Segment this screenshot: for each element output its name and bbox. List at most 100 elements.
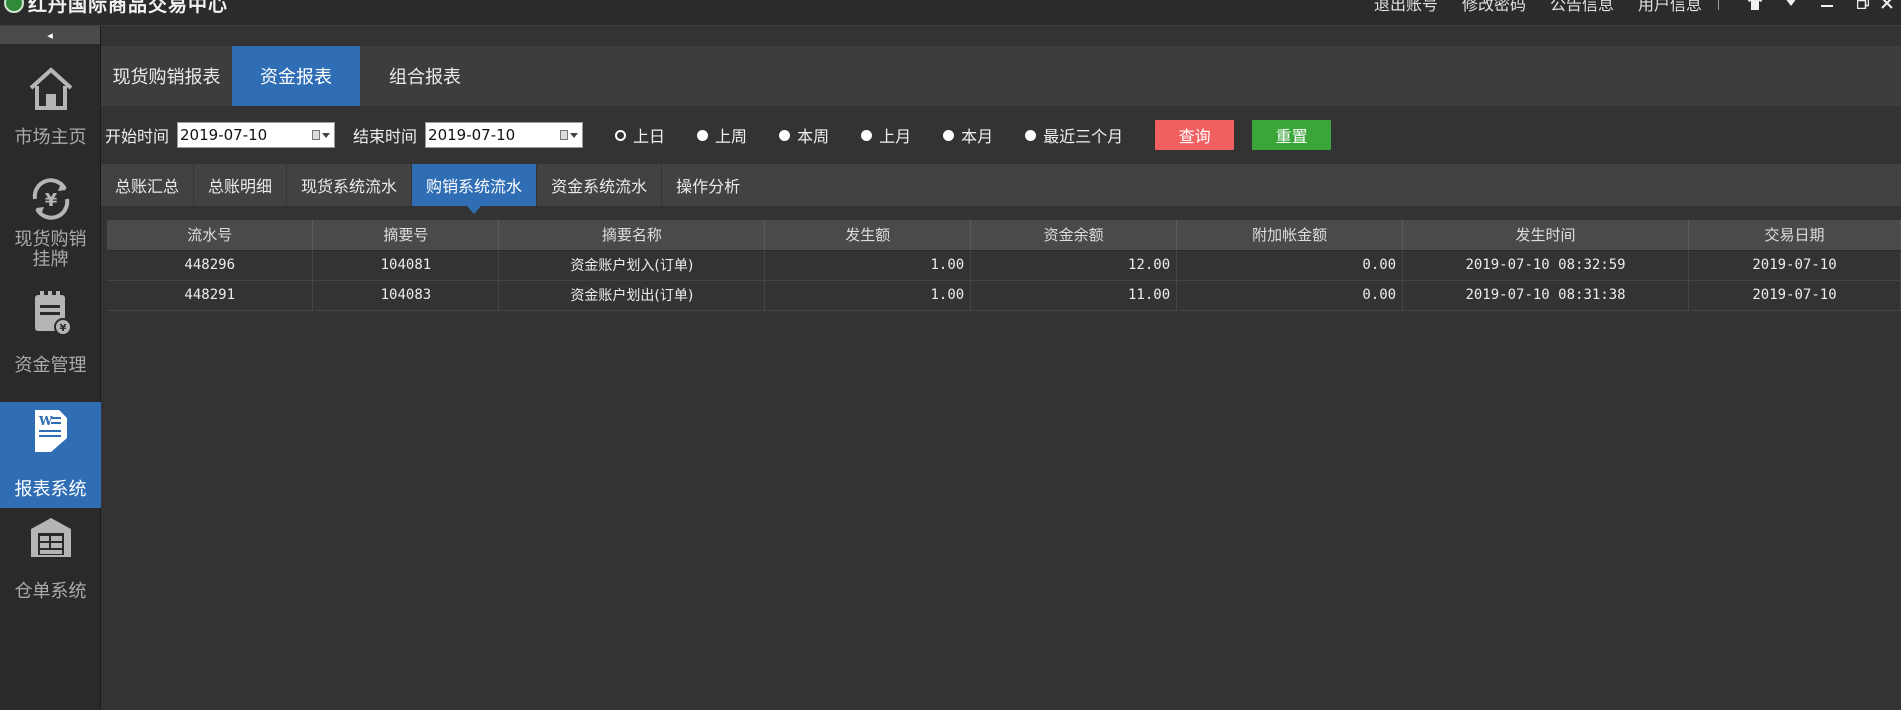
sidebar-item-fund-management[interactable]: ¥ 资金管理 (0, 288, 101, 394)
dropdown-icon[interactable] (1773, 0, 1809, 14)
flow-type-tabs: 总账汇总 总账明细 现货系统流水 购销系统流水 资金系统流水 操作分析 (101, 164, 1901, 214)
svg-text:¥: ¥ (44, 190, 57, 211)
start-date-value: 2019-07-10 (180, 126, 268, 144)
sidebar-item-market-home[interactable]: 市场主页 (0, 64, 101, 166)
chevron-down-icon (570, 132, 579, 138)
column-header[interactable]: 发生时间 (1402, 220, 1689, 251)
tab-ledger-summary[interactable]: 总账汇总 (101, 164, 195, 206)
warehouse-icon (26, 512, 76, 562)
fund-document-icon: ¥ (26, 288, 76, 338)
table-cell: 2019-07-10 (1688, 280, 1901, 311)
table-cell: 1.00 (764, 280, 972, 311)
report-document-icon: W (26, 406, 76, 456)
table-cell: 2019-07-10 08:32:59 (1402, 250, 1689, 281)
top-links: 退出账号 修改密码 公告信息 用户信息 (1374, 0, 1901, 14)
tab-operation-analysis[interactable]: 操作分析 (662, 164, 754, 206)
radio-last-three-months[interactable]: 最近三个月 (1025, 123, 1123, 147)
title-bar: 红丹国际商品交易中心 退出账号 修改密码 公告信息 用户信息 (0, 0, 1901, 26)
tab-ledger-detail[interactable]: 总账明细 (194, 164, 288, 206)
date-range-radio-group: 上日 上周 本周 上月 本月 最近三个月 (615, 123, 1155, 147)
sidebar-collapse-button[interactable]: ◂ (0, 26, 100, 44)
radio-icon (779, 129, 791, 141)
table-cell: 2019-07-10 (1688, 250, 1901, 281)
announcement-link[interactable]: 公告信息 (1550, 0, 1614, 15)
minimize-icon[interactable] (1809, 0, 1845, 14)
start-date-field[interactable]: 2019-07-10 (177, 122, 336, 148)
chevron-down-icon (322, 132, 331, 138)
column-header[interactable]: 摘要名称 (498, 220, 766, 251)
table-header-row: 流水号 摘要号 摘要名称 发生额 资金余额 附加帐金额 发生时间 交易日期 (107, 220, 1901, 251)
end-date-picker-button[interactable] (560, 128, 579, 142)
column-header[interactable]: 摘要号 (312, 220, 500, 251)
query-button[interactable]: 查询 (1155, 120, 1235, 150)
tab-sales-system-flow[interactable]: 购销系统流水 (412, 164, 538, 214)
radio-last-day[interactable]: 上日 (615, 123, 665, 147)
column-header[interactable]: 附加帐金额 (1176, 220, 1404, 251)
brand: 红丹国际商品交易中心 (4, 0, 228, 16)
brand-logo (4, 0, 24, 13)
radio-label: 本周 (797, 127, 830, 146)
sidebar: ◂ 市场主页 ¥ 现货购销挂牌 ¥ 资金管理 W 报表系统 仓单系统 (0, 26, 101, 710)
reset-button[interactable]: 重置 (1252, 120, 1332, 150)
table-cell: 0.00 (1176, 280, 1404, 311)
sidebar-item-label: 市场主页 (14, 127, 87, 148)
calendar-icon (312, 130, 321, 140)
table-cell: 0.00 (1176, 250, 1404, 281)
table-cell: 104081 (312, 250, 500, 281)
sidebar-item-report-system[interactable]: W 报表系统 (0, 402, 101, 508)
radio-last-week[interactable]: 上周 (697, 123, 747, 147)
radio-icon (943, 129, 955, 141)
radio-label: 上月 (879, 127, 912, 146)
radio-selected-icon (615, 129, 627, 141)
svg-text:¥: ¥ (59, 323, 66, 334)
start-date-picker-button[interactable] (312, 128, 331, 142)
change-password-link[interactable]: 修改密码 (1462, 0, 1526, 15)
table-cell: 12.00 (970, 250, 1178, 281)
radio-last-month[interactable]: 上月 (861, 123, 911, 147)
tab-spot-sales-report[interactable]: 现货购销报表 (101, 46, 232, 106)
yuan-exchange-icon: ¥ (26, 174, 76, 224)
logout-link[interactable]: 退出账号 (1374, 0, 1438, 15)
calendar-icon (560, 130, 569, 140)
collapse-arrow-icon: ◂ (47, 28, 53, 42)
table-cell: 资金账户划入(订单) (498, 250, 766, 281)
sidebar-item-label: 仓单系统 (14, 581, 87, 602)
main-content: 现货购销报表 资金报表 组合报表 开始时间 2019-07-10 结束时间 20… (101, 46, 1901, 710)
table-row[interactable]: 448291 104083 资金账户划出(订单) 1.00 11.00 0.00… (107, 280, 1901, 311)
table-cell: 资金账户划出(订单) (498, 280, 766, 311)
radio-this-month[interactable]: 本月 (943, 123, 993, 147)
end-time-label: 结束时间 (353, 127, 418, 146)
end-date-value: 2019-07-10 (428, 126, 516, 144)
tab-fund-report[interactable]: 资金报表 (232, 46, 360, 106)
user-info-link[interactable]: 用户信息 (1638, 0, 1702, 15)
sidebar-item-warehouse-receipt[interactable]: 仓单系统 (0, 512, 101, 616)
radio-label: 本月 (961, 127, 994, 146)
column-header[interactable]: 交易日期 (1688, 220, 1901, 251)
table-cell: 11.00 (970, 280, 1178, 311)
table-cell: 104083 (312, 280, 500, 311)
end-date-field[interactable]: 2019-07-10 (425, 122, 584, 148)
svg-text:W: W (38, 414, 53, 428)
table-row[interactable]: 448296 104081 资金账户划入(订单) 1.00 12.00 0.00… (107, 250, 1901, 281)
table-cell: 2019-07-10 08:31:38 (1402, 280, 1689, 311)
column-header[interactable]: 流水号 (107, 220, 314, 251)
shirt-icon[interactable] (1737, 0, 1773, 14)
tab-fund-system-flow[interactable]: 资金系统流水 (537, 164, 663, 206)
tab-spot-system-flow[interactable]: 现货系统流水 (287, 164, 413, 206)
sidebar-item-label: 报表系统 (14, 479, 87, 500)
table-cell: 448296 (107, 250, 314, 281)
flow-table: 流水号 摘要号 摘要名称 发生额 资金余额 附加帐金额 发生时间 交易日期 44… (107, 220, 1901, 311)
sidebar-item-spot-listing[interactable]: ¥ 现货购销挂牌 (0, 174, 101, 286)
home-icon (26, 64, 76, 114)
tab-combined-report[interactable]: 组合报表 (360, 46, 490, 106)
close-icon[interactable] (1881, 0, 1901, 14)
restore-icon[interactable] (1845, 0, 1881, 14)
start-time-label: 开始时间 (105, 127, 170, 146)
column-header[interactable]: 资金余额 (970, 220, 1178, 251)
report-category-tabs: 现货购销报表 资金报表 组合报表 (101, 46, 1901, 106)
radio-icon (1025, 129, 1037, 141)
radio-label: 上周 (715, 127, 748, 146)
radio-this-week[interactable]: 本周 (779, 123, 829, 147)
column-header[interactable]: 发生额 (764, 220, 972, 251)
radio-icon (861, 129, 873, 141)
